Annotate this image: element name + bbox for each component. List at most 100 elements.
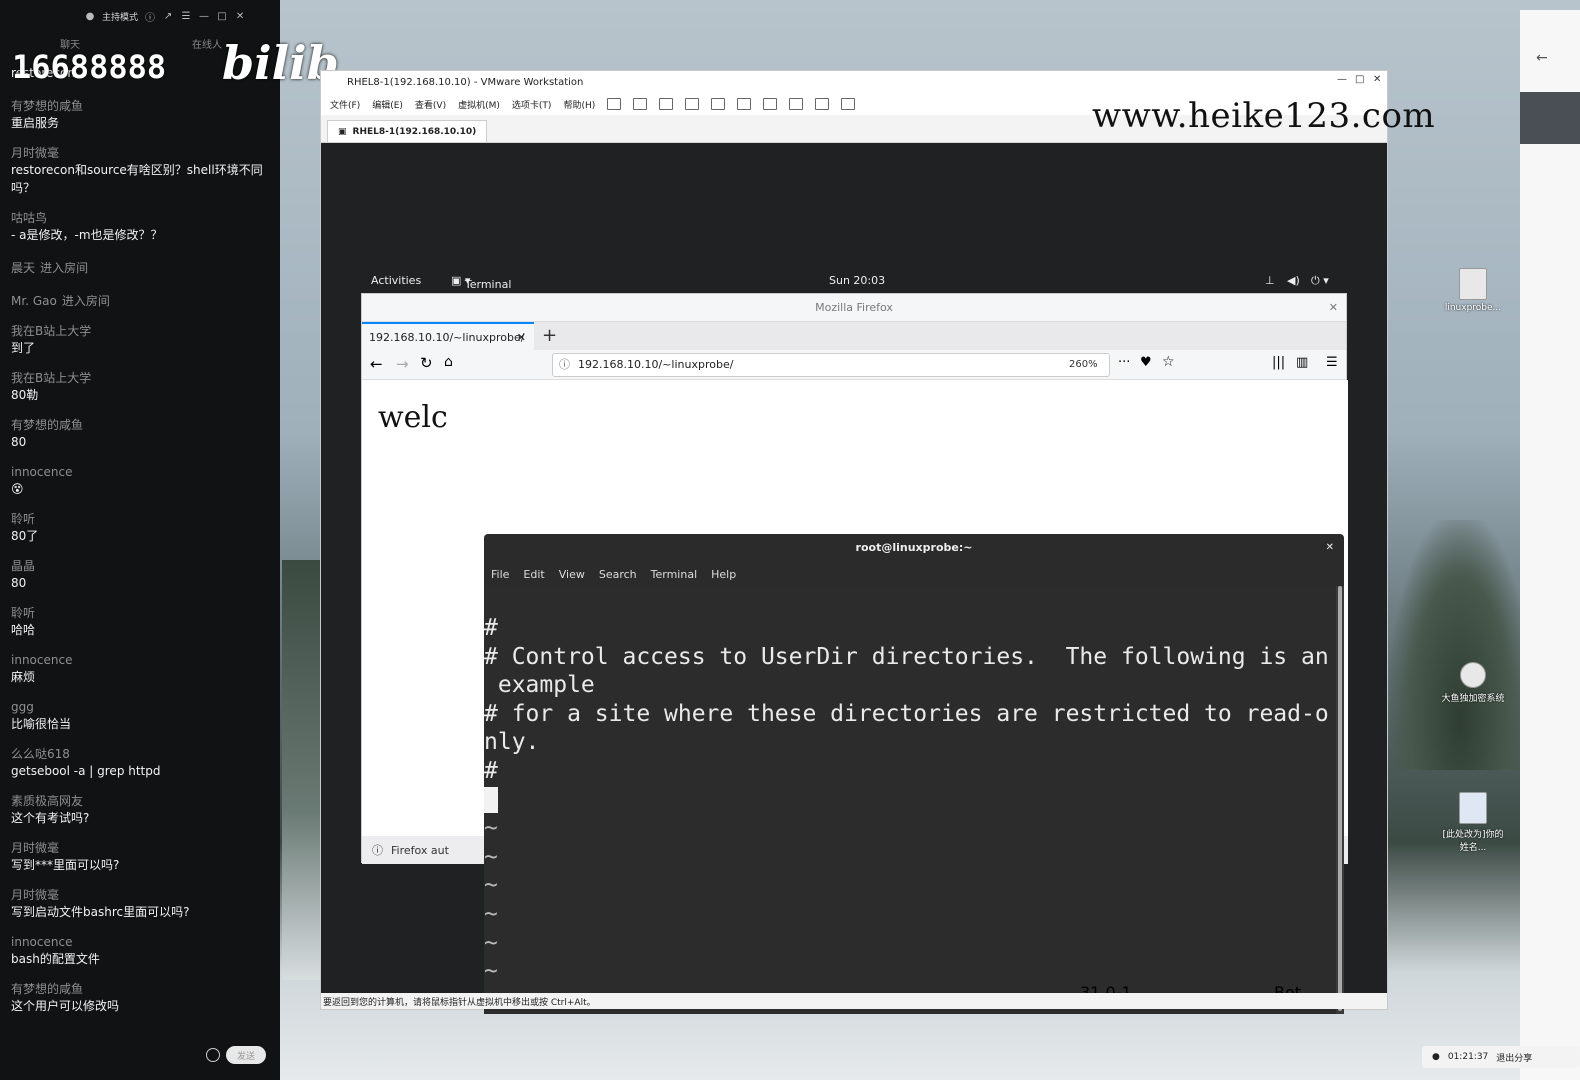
pocket-icon[interactable]: ♥ <box>1140 355 1152 370</box>
vm-tab[interactable]: ▣ RHEL8-1(192.168.10.10) <box>327 120 488 142</box>
toolbar-button[interactable] <box>763 98 778 110</box>
vmware-menu-item[interactable]: 帮助(H) <box>563 98 595 111</box>
minimize-icon[interactable]: — <box>198 10 210 22</box>
desktop-icon-file[interactable]: linuxprobe... <box>1438 268 1508 313</box>
more-icon[interactable]: ··· <box>1118 355 1130 370</box>
emoji-icon[interactable] <box>206 1048 220 1062</box>
chat-username[interactable]: 有梦想的咸鱼 <box>11 98 273 114</box>
sidebar-icon[interactable]: ▥ <box>1296 355 1308 370</box>
toolbar-button[interactable] <box>841 98 856 110</box>
chat-username[interactable]: Mr. Gao <box>11 294 57 308</box>
terminal-menu-item[interactable]: File <box>491 568 509 581</box>
chat-username[interactable]: 咕咕鸟 <box>11 210 273 226</box>
reload-icon[interactable]: ↻ <box>420 354 433 372</box>
terminal-menu-item[interactable]: Terminal <box>651 568 698 581</box>
toolbar-button[interactable] <box>815 98 830 110</box>
chat-username[interactable]: 聆听 <box>11 605 273 621</box>
clock[interactable]: Sun 20:03 <box>829 274 885 287</box>
avatar-icon: ● <box>85 10 95 22</box>
chat-username[interactable]: innocence <box>11 652 273 668</box>
firefox-tabstrip: 192.168.10.10/~linuxprobe/ ✕ + <box>362 322 1346 350</box>
terminal-menu-item[interactable]: Edit <box>523 568 544 581</box>
terminal-menu-item[interactable]: Search <box>599 568 637 581</box>
chat-message-text: 80勒 <box>11 388 39 402</box>
network-icon[interactable]: ⊥ <box>1265 274 1275 287</box>
library-icon[interactable]: ||| <box>1272 355 1285 370</box>
chat-message-text: 80 <box>11 576 27 590</box>
close-icon[interactable]: ✕ <box>1373 74 1381 85</box>
popout-icon[interactable]: ↗ <box>162 10 174 22</box>
tab-close-icon[interactable]: ✕ <box>517 331 526 344</box>
url-bar[interactable]: ⓘ 192.168.10.10/~linuxprobe/ 260% <box>552 353 1110 377</box>
right-partial-window: ← <box>1520 10 1580 1080</box>
chat-username[interactable]: 月时微毫 <box>11 887 273 903</box>
new-tab-icon[interactable]: + <box>542 325 557 346</box>
terminal-menubar: File Edit View Search Terminal Help <box>484 562 1344 586</box>
terminal-body[interactable]: # # Control access to UserDir directories… <box>484 586 1336 1014</box>
terminal-menu-item[interactable]: Help <box>711 568 736 581</box>
close-icon[interactable]: ✕ <box>234 10 246 22</box>
activities-button[interactable]: Activities <box>371 274 421 287</box>
host-mode-label[interactable]: 主持模式 <box>102 10 138 23</box>
menu-icon[interactable]: ☰ <box>180 10 192 22</box>
chat-username[interactable]: 晶晶 <box>11 558 273 574</box>
back-arrow-icon[interactable]: ← <box>1536 50 1548 66</box>
chat-username[interactable]: 我在B站上大学 <box>11 323 273 339</box>
scroll-thumb[interactable] <box>1338 586 1342 1011</box>
chat-message-text: restorecon和source有啥区别？shell环境不同吗？ <box>11 163 263 195</box>
back-icon[interactable]: ← <box>370 355 383 373</box>
chat-username[interactable]: 我在B站上大学 <box>11 370 273 386</box>
firefox-tab[interactable]: 192.168.10.10/~linuxprobe/ ✕ <box>362 322 534 350</box>
chat-username[interactable]: innocence <box>11 934 273 950</box>
close-icon[interactable]: ✕ <box>1326 534 1334 562</box>
chat-username[interactable]: 晨天 <box>11 261 35 275</box>
vmware-menu-item[interactable]: 文件(F) <box>330 98 360 111</box>
chat-username[interactable]: 有梦想的咸鱼 <box>11 981 273 997</box>
toolbar-button[interactable] <box>607 98 622 110</box>
toolbar-button[interactable] <box>685 98 700 110</box>
toolbar-button[interactable] <box>633 98 648 110</box>
maximize-icon[interactable]: □ <box>1355 74 1364 85</box>
chat-username[interactable]: 素质极高网友 <box>11 793 273 809</box>
notification-text: Firefox aut <box>391 843 449 857</box>
volume-icon[interactable]: ◀) <box>1287 274 1300 287</box>
vmware-menu-item[interactable]: 选项卡(T) <box>512 98 552 111</box>
bookmark-star-icon[interactable]: ☆ <box>1162 354 1175 370</box>
toolbar-button[interactable] <box>789 98 804 110</box>
desktop-icon-word[interactable]: [此处改为]你的姓名... <box>1438 792 1508 853</box>
app-menu[interactable]: ▣ Terminal ▾ <box>451 274 511 291</box>
chat-username[interactable]: 聆听 <box>11 511 273 527</box>
terminal-scrollbar[interactable] <box>1336 586 1344 1014</box>
desktop-icon-app[interactable]: 大鱼独加密系统 <box>1438 662 1508 704</box>
hamburger-menu-icon[interactable]: ☰ <box>1326 355 1338 370</box>
send-button[interactable]: 发送 <box>226 1046 266 1064</box>
chat-username[interactable]: 有梦想的咸鱼 <box>11 417 273 433</box>
chat-message-text: 80 <box>11 435 27 449</box>
vmware-menu-item[interactable]: 虚拟机(M) <box>458 98 500 111</box>
terminal-menu-item[interactable]: View <box>559 568 585 581</box>
forward-icon[interactable]: → <box>396 355 409 373</box>
maximize-icon[interactable]: □ <box>216 10 228 22</box>
zoom-level[interactable]: 260% <box>1069 354 1098 376</box>
home-icon[interactable]: ⌂ <box>444 354 453 370</box>
vmware-menu-item[interactable]: 编辑(E) <box>372 98 403 111</box>
info-icon[interactable]: ⓘ <box>559 354 570 376</box>
toolbar-button[interactable] <box>711 98 726 110</box>
chat-username[interactable]: innocence <box>11 464 273 480</box>
guest-screen[interactable]: Activities ▣ Terminal ▾ Sun 20:03 ⊥ ◀) ⏻… <box>321 143 1387 1014</box>
empty-line-marker: ~ <box>484 958 498 985</box>
toolbar-button[interactable] <box>737 98 752 110</box>
stop-share-button[interactable]: 退出分享 <box>1496 1051 1532 1064</box>
close-icon[interactable]: ✕ <box>1329 294 1338 322</box>
info-icon[interactable]: ⓘ <box>144 10 156 24</box>
chat-username[interactable]: 月时微毫 <box>11 145 273 161</box>
tab-online[interactable]: 在线人 <box>192 36 222 51</box>
empty-line-marker: ~ <box>484 872 498 899</box>
power-icon[interactable]: ⏻ ▾ <box>1311 274 1329 288</box>
chat-username[interactable]: 月时微毫 <box>11 840 273 856</box>
vmware-menu-item[interactable]: 查看(V) <box>415 98 446 111</box>
chat-username[interactable]: 么么哒618 <box>11 746 273 762</box>
toolbar-button[interactable] <box>659 98 674 110</box>
minimize-icon[interactable]: — <box>1337 74 1347 85</box>
chat-username[interactable]: ggg <box>11 699 273 715</box>
